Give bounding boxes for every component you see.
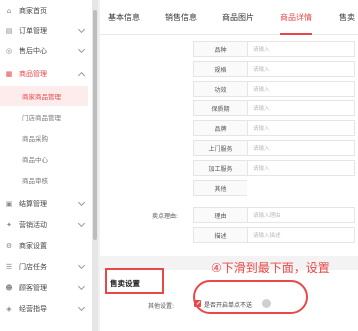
sidebar-item-label: 顾客管理 — [19, 284, 47, 292]
sidebar-item-label: 订单管理 — [19, 27, 47, 35]
sidebar-item-label: 商家首页 — [19, 7, 47, 15]
attr-input[interactable]: 请输入 — [247, 160, 355, 176]
attr-input[interactable]: 请输入 — [247, 140, 355, 156]
sidebar-item-label: 商品管理 — [19, 70, 47, 78]
marketing-icon: ✦ — [6, 221, 12, 229]
store-task-icon: ☰ — [5, 263, 13, 271]
sidebar-item-settlement[interactable]: ▣ 结算管理 — [0, 193, 92, 215]
home-icon: ⌂ — [6, 7, 12, 15]
reason-input[interactable]: 请输入理由 — [247, 207, 355, 223]
chevron-down-icon — [77, 25, 86, 34]
sidebar-item-products[interactable]: ▦ 商品管理 — [0, 63, 92, 85]
buy-points-label: 卖点理由: — [152, 213, 179, 220]
callout-oval — [193, 280, 308, 314]
attr-label: 规格 — [193, 61, 247, 77]
description-input[interactable]: 请输入描述 — [247, 227, 355, 243]
sidebar-subitem-purchase[interactable]: 商品采购 — [0, 128, 88, 148]
aftersale-icon: ◎ — [5, 47, 13, 55]
settlement-icon: ▣ — [5, 200, 13, 208]
sidebar-item-label: 售后中心 — [19, 47, 47, 55]
attr-input[interactable]: 请输入 — [247, 41, 355, 57]
sidebar-item-store-tasks[interactable]: ☰ 门店任务 — [0, 256, 92, 278]
annotation-text: ④下滑到最下面，设置 — [211, 261, 330, 275]
sidebar-item-home[interactable]: ⌂ 商家首页 — [0, 0, 92, 22]
description-label: 描述 — [193, 227, 247, 243]
sidebar-item-label: 经营指导 — [19, 305, 47, 313]
chevron-down-icon — [77, 282, 86, 291]
other-settings-label: 其他设置: — [148, 303, 175, 310]
attr-label: 品牌 — [193, 120, 247, 136]
sidebar-item-label: 结算管理 — [19, 200, 47, 208]
sidebar-item-customers[interactable]: ☻ 顾客管理 — [0, 277, 92, 299]
tab-product-details[interactable]: 商品详情 — [280, 0, 312, 35]
chevron-down-icon — [77, 198, 86, 207]
customer-icon: ☻ — [5, 284, 13, 292]
guide-icon: ◈ — [6, 305, 12, 313]
highlight-box — [105, 268, 164, 294]
chevron-down-icon — [77, 219, 86, 228]
sidebar-item-marketing[interactable]: ✦ 营销活动 — [0, 214, 92, 236]
sidebar-item-guide[interactable]: ◈ 经营指导 — [0, 298, 92, 320]
chevron-up-icon — [77, 71, 86, 80]
sidebar-item-aftersale[interactable]: ◎ 售后中心 — [0, 40, 92, 62]
sidebar-subitem-store-products[interactable]: 门店商品管理 — [0, 107, 88, 127]
product-icon: ▦ — [5, 70, 13, 78]
attr-input[interactable]: 请输入 — [247, 120, 355, 136]
sidebar-item-label: 门店任务 — [19, 263, 47, 271]
sidebar-subitem-center[interactable]: 商品中心 — [0, 149, 88, 169]
sidebar: ⌂ 商家首页 ▤ 订单管理 ◎ 售后中心 ▦ 商品管理 商家商品管理 门店商品管… — [0, 0, 92, 331]
chevron-down-icon — [77, 45, 86, 54]
scrollbar-thumb[interactable] — [93, 10, 97, 240]
sidebar-item-label: 营销活动 — [19, 221, 47, 229]
sidebar-item-label: 商家设置 — [19, 242, 47, 250]
attr-label: 其他 — [193, 180, 247, 196]
tab-basic-info[interactable]: 基本信息 — [108, 0, 140, 34]
attr-label: 功效 — [193, 81, 247, 97]
attr-label: 上门服务 — [193, 140, 247, 156]
sidebar-item-settings[interactable]: ⚙ 商家设置 — [0, 235, 92, 257]
attr-label: 保质期 — [193, 100, 247, 116]
sidebar-scrollbar[interactable] — [92, 0, 98, 331]
chevron-down-icon — [77, 303, 86, 312]
reason-label: 理由 — [193, 207, 247, 223]
chevron-down-icon — [77, 261, 86, 270]
attr-input[interactable]: 请输入 — [247, 81, 355, 97]
tab-sale[interactable]: 售卖 — [339, 0, 355, 34]
sidebar-subitem-review[interactable]: 商品审核 — [0, 170, 88, 190]
attr-label: 加工服务 — [193, 160, 247, 176]
attr-input[interactable]: 请输入 — [247, 100, 355, 116]
sidebar-subitem-merchant-products[interactable]: 商家商品管理 — [0, 86, 88, 106]
settings-icon: ⚙ — [5, 242, 13, 250]
tab-product-images[interactable]: 商品图片 — [222, 0, 254, 34]
tab-bar: 基本信息 销售信息 商品图片 商品详情 售卖 — [100, 0, 358, 35]
sidebar-item-orders[interactable]: ▤ 订单管理 — [0, 20, 92, 42]
attr-input[interactable]: 请输入 — [247, 61, 355, 77]
tab-sales-info[interactable]: 销售信息 — [165, 0, 197, 34]
order-icon: ▤ — [5, 27, 13, 35]
attr-label: 品种 — [193, 41, 247, 57]
